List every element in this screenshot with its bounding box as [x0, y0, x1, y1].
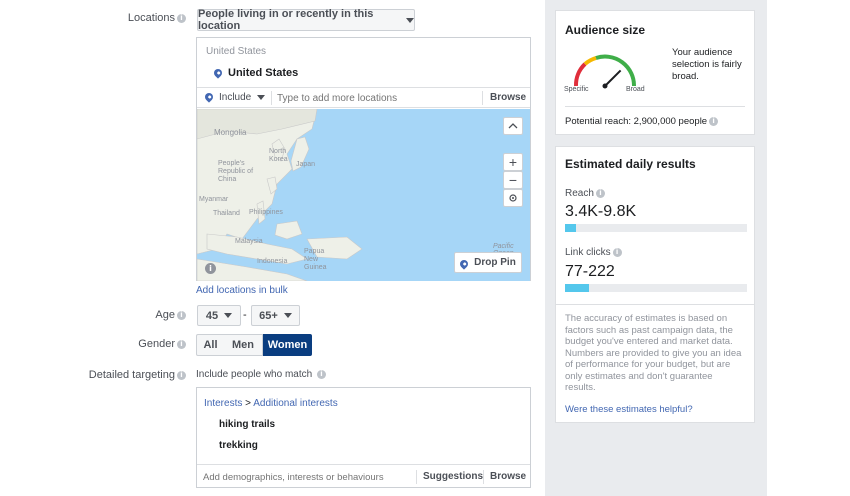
location-search-input[interactable]: [277, 91, 477, 105]
info-icon[interactable]: i: [177, 370, 186, 380]
gender-option-women[interactable]: Women: [263, 334, 312, 356]
targeting-search-input[interactable]: [203, 470, 413, 484]
map-label: Philippines: [249, 209, 283, 216]
age-label: Age i: [100, 309, 186, 321]
locations-label: Locations i: [100, 12, 186, 24]
targeting-search-row: Suggestions Browse: [197, 464, 530, 488]
map-collapse-button[interactable]: [503, 117, 523, 135]
link-clicks-value: 77-222: [565, 263, 615, 280]
map-label: Myanmar: [199, 196, 229, 203]
location-mode-value: People living in or recently in this loc…: [198, 8, 374, 32]
gender-option-men[interactable]: Men: [224, 334, 263, 356]
info-icon[interactable]: i: [177, 339, 186, 349]
location-search-row: Include Browse: [197, 87, 530, 108]
reach-label: Reach i: [565, 188, 605, 199]
link-clicks-bar: [565, 284, 747, 292]
daily-results-card: Estimated daily results Reach i 3.4K-9.8K…: [555, 146, 755, 423]
estimates-feedback-link[interactable]: Were these estimates helpful?: [565, 404, 693, 415]
targeting-box: Interests > Additional interests hiking …: [196, 387, 531, 488]
location-pin-icon: [458, 257, 470, 270]
age-max-value: 65+: [259, 309, 278, 322]
locate-button[interactable]: [503, 189, 523, 207]
targeting-breadcrumb: Interests > Additional interests: [204, 398, 338, 409]
chevron-down-icon: [224, 313, 233, 318]
info-icon[interactable]: i: [595, 188, 605, 198]
chevron-down-icon: [406, 17, 414, 23]
age-max-dropdown[interactable]: 65+: [251, 305, 300, 326]
selected-location[interactable]: United States: [212, 67, 298, 79]
gender-label: Gender i: [100, 338, 186, 350]
gender-option-all[interactable]: All: [196, 334, 225, 356]
location-pin-icon: [212, 67, 224, 79]
zoom-out-button[interactable]: −: [503, 171, 523, 189]
reach-bar: [565, 224, 747, 232]
map-label: Thailand: [213, 210, 240, 217]
map-label: North Korea: [269, 148, 288, 163]
map-label: Indonesia: [257, 258, 288, 265]
link-clicks-label: Link clicks i: [565, 247, 622, 258]
detailed-targeting-label: Detailed targeting i: [60, 369, 186, 381]
estimates-disclaimer: The accuracy of estimates is based on fa…: [565, 313, 742, 393]
audience-description: Your audience selection is fairly broad.: [672, 47, 742, 82]
info-icon[interactable]: i: [612, 247, 622, 257]
chevron-down-icon: [283, 313, 292, 318]
include-dropdown[interactable]: Include: [203, 91, 266, 103]
map-info-icon[interactable]: i: [205, 263, 216, 274]
targeting-browse-button[interactable]: Browse: [490, 471, 526, 482]
location-pin-icon: [203, 91, 215, 103]
location-mode-dropdown[interactable]: People living in or recently in this loc…: [197, 8, 415, 32]
age-separator: -: [243, 309, 247, 321]
breadcrumb-additional-interests[interactable]: Additional interests: [253, 398, 338, 409]
audience-size-title: Audience size: [565, 23, 646, 37]
add-locations-bulk-link[interactable]: Add locations in bulk: [196, 285, 288, 296]
age-min-dropdown[interactable]: 45: [197, 305, 241, 326]
map-label: Papua New Guinea: [304, 248, 327, 271]
link-clicks-bar-fill: [565, 284, 589, 292]
info-icon[interactable]: i: [316, 369, 326, 379]
age-min-value: 45: [205, 309, 219, 322]
gauge-specific-label: Specific: [564, 86, 589, 93]
suggestions-button[interactable]: Suggestions: [423, 471, 483, 482]
minus-icon: −: [508, 172, 518, 188]
zoom-in-button[interactable]: +: [503, 153, 523, 171]
audience-size-card: Audience size Specific Broad Your audien…: [555, 10, 755, 135]
breadcrumb-interests[interactable]: Interests: [204, 398, 242, 409]
reach-value: 3.4K-9.8K: [565, 203, 637, 220]
map-label: Mongolia: [214, 128, 247, 137]
daily-results-title: Estimated daily results: [565, 157, 696, 171]
chevron-up-icon: [508, 123, 518, 129]
crosshair-icon: [509, 194, 517, 202]
include-people-text: Include people who match i: [196, 369, 326, 380]
info-icon[interactable]: i: [709, 116, 719, 126]
location-box: United States United States Include Brow…: [196, 37, 531, 281]
drop-pin-button[interactable]: Drop Pin: [454, 252, 522, 273]
info-icon[interactable]: i: [177, 13, 186, 23]
info-icon[interactable]: i: [177, 310, 186, 320]
interest-item[interactable]: hiking trails: [219, 419, 275, 430]
potential-reach: Potential reach: 2,900,000 people i: [565, 116, 719, 127]
map-label: Malaysia: [235, 238, 263, 245]
reach-bar-fill: [565, 224, 576, 232]
country-header: United States: [206, 46, 267, 57]
plus-icon: +: [508, 154, 518, 170]
location-map[interactable]: Mongolia North Korea Japan People's Repu…: [197, 109, 530, 281]
map-label: People's Republic of China: [218, 160, 254, 183]
chevron-down-icon: [257, 95, 266, 100]
location-browse-button[interactable]: Browse: [490, 92, 526, 103]
gauge-broad-label: Broad: [626, 86, 645, 93]
interest-item[interactable]: trekking: [219, 440, 258, 451]
map-label: Japan: [296, 161, 316, 168]
